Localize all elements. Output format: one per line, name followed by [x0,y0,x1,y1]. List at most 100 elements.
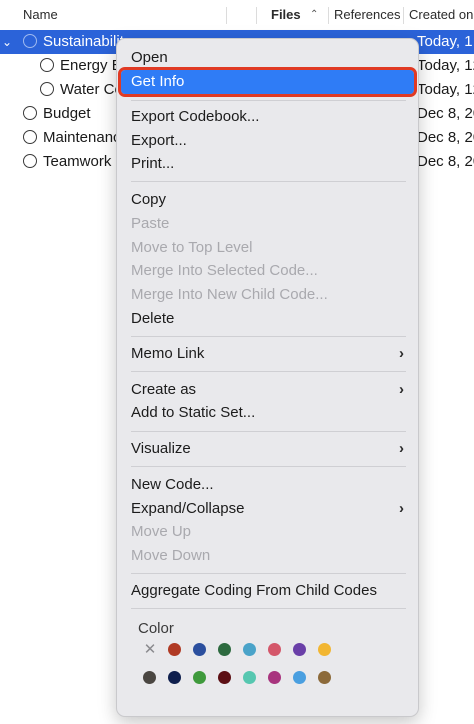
menu-item-label: Expand/Collapse [131,500,245,517]
menu-item-get-info[interactable]: Get Info [118,67,417,97]
menu-item-label: Move Up [131,523,192,540]
menu-item-label: Delete [131,310,175,327]
color-section-label: Color [138,620,174,637]
menu-item-label: Visualize [131,440,191,457]
color-swatch[interactable] [193,643,206,656]
code-name: Water Co [60,81,116,98]
menu-item-visualize[interactable]: Visualize › [121,437,414,461]
codes-table-header: Name Files ⌃ References Created on [0,0,474,31]
menu-item-expand-collapse[interactable]: Expand/Collapse › [121,497,414,521]
code-created-date: Dec 8, 20 [417,105,474,122]
color-swatch[interactable] [268,643,281,656]
column-header-name[interactable]: Name [23,0,58,30]
chevron-right-icon: › [399,500,404,517]
code-name: Teamwork [43,153,112,170]
color-swatch[interactable] [318,671,331,684]
menu-item-label: Aggregate Coding From Child Codes [131,582,377,599]
menu-item-label: Memo Link [131,345,205,362]
column-divider[interactable] [328,7,329,24]
chevron-right-icon: › [399,381,404,398]
menu-item-merge-into-selected-code[interactable]: Merge Into Selected Code... [121,259,414,283]
menu-separator [131,608,406,609]
menu-separator [131,181,406,182]
menu-item-aggregate-coding[interactable]: Aggregate Coding From Child Codes [121,579,414,603]
color-swatch[interactable] [268,671,281,684]
menu-item-memo-link[interactable]: Memo Link › [121,342,414,366]
menu-item-copy[interactable]: Copy [121,188,414,212]
menu-item-export[interactable]: Export... [121,129,414,153]
color-swatch[interactable] [143,671,156,684]
context-menu: Open Get Info Export Codebook... Export.… [116,38,419,717]
column-header-created-on[interactable]: Created on [409,0,474,30]
menu-item-paste[interactable]: Paste [121,212,414,236]
no-color-icon[interactable]: ✕ [143,642,157,658]
menu-separator [131,371,406,372]
code-created-date: Dec 8, 20 [417,129,474,146]
code-name: Energy E [60,57,116,74]
menu-separator [131,100,406,101]
chevron-down-icon[interactable]: ⌄ [2,33,12,51]
menu-item-label: Move Down [131,547,211,564]
code-color-circle-icon [23,106,37,120]
menu-item-label: Merge Into Selected Code... [131,262,318,279]
menu-item-delete[interactable]: Delete [121,307,414,331]
color-swatch[interactable] [218,643,231,656]
menu-item-create-as[interactable]: Create as › [121,378,414,402]
column-divider[interactable] [256,7,257,24]
menu-item-export-codebook[interactable]: Export Codebook... [121,105,414,129]
color-swatch[interactable] [168,671,181,684]
code-name: Maintenanc [43,129,116,146]
color-swatch[interactable] [318,643,331,656]
color-swatch[interactable] [168,643,181,656]
menu-item-new-code[interactable]: New Code... [121,473,414,497]
code-created-date: Today, 12 [417,57,474,74]
column-header-references[interactable]: References [334,0,400,30]
chevron-right-icon: › [399,440,404,457]
menu-separator [131,573,406,574]
code-name: Sustainability [43,33,123,50]
menu-item-open[interactable]: Open [121,46,414,70]
menu-item-label: Merge Into New Child Code... [131,286,328,303]
menu-item-merge-into-new-child-code[interactable]: Merge Into New Child Code... [121,283,414,307]
code-color-circle-icon [23,154,37,168]
color-swatch[interactable] [243,643,256,656]
code-color-circle-icon [23,34,37,48]
menu-item-label: Export Codebook... [131,108,260,125]
menu-item-label: Add to Static Set... [131,404,256,421]
code-name: Budget [43,105,91,122]
chevron-right-icon: › [399,345,404,362]
code-color-circle-icon [40,82,54,96]
color-swatch[interactable] [243,671,256,684]
color-swatch[interactable] [293,671,306,684]
code-color-circle-icon [23,130,37,144]
chevron-up-icon: ⌃ [310,9,319,20]
column-divider[interactable] [403,7,404,24]
code-created-date: Today, 1: [417,33,474,50]
menu-item-label: Export... [131,132,187,149]
code-created-date: Today, 12 [417,81,474,98]
menu-item-print[interactable]: Print... [121,152,414,176]
codes-window: Name Files ⌃ References Created on ⌄ Sus… [0,0,474,724]
menu-item-label: Create as [131,381,197,398]
column-divider[interactable] [226,7,227,24]
menu-item-label: New Code... [131,476,214,493]
menu-item-label: Copy [131,191,167,208]
code-created-date: Dec 8, 20 [417,153,474,170]
menu-item-label: Print... [131,155,175,172]
color-swatch[interactable] [218,671,231,684]
menu-item-label: Move to Top Level [131,239,253,256]
menu-separator [131,336,406,337]
column-header-files[interactable]: Files [271,0,301,30]
menu-item-move-up[interactable]: Move Up [121,520,414,544]
code-color-circle-icon [40,58,54,72]
menu-item-move-down[interactable]: Move Down [121,544,414,568]
color-swatch[interactable] [193,671,206,684]
menu-separator [131,466,406,467]
menu-separator [131,431,406,432]
menu-item-add-to-static-set[interactable]: Add to Static Set... [121,401,414,425]
menu-item-label: Paste [131,215,170,232]
menu-item-label: Get Info [131,73,185,90]
menu-item-label: Open [131,49,168,66]
color-swatch[interactable] [293,643,306,656]
menu-item-move-to-top-level[interactable]: Move to Top Level [121,236,414,260]
